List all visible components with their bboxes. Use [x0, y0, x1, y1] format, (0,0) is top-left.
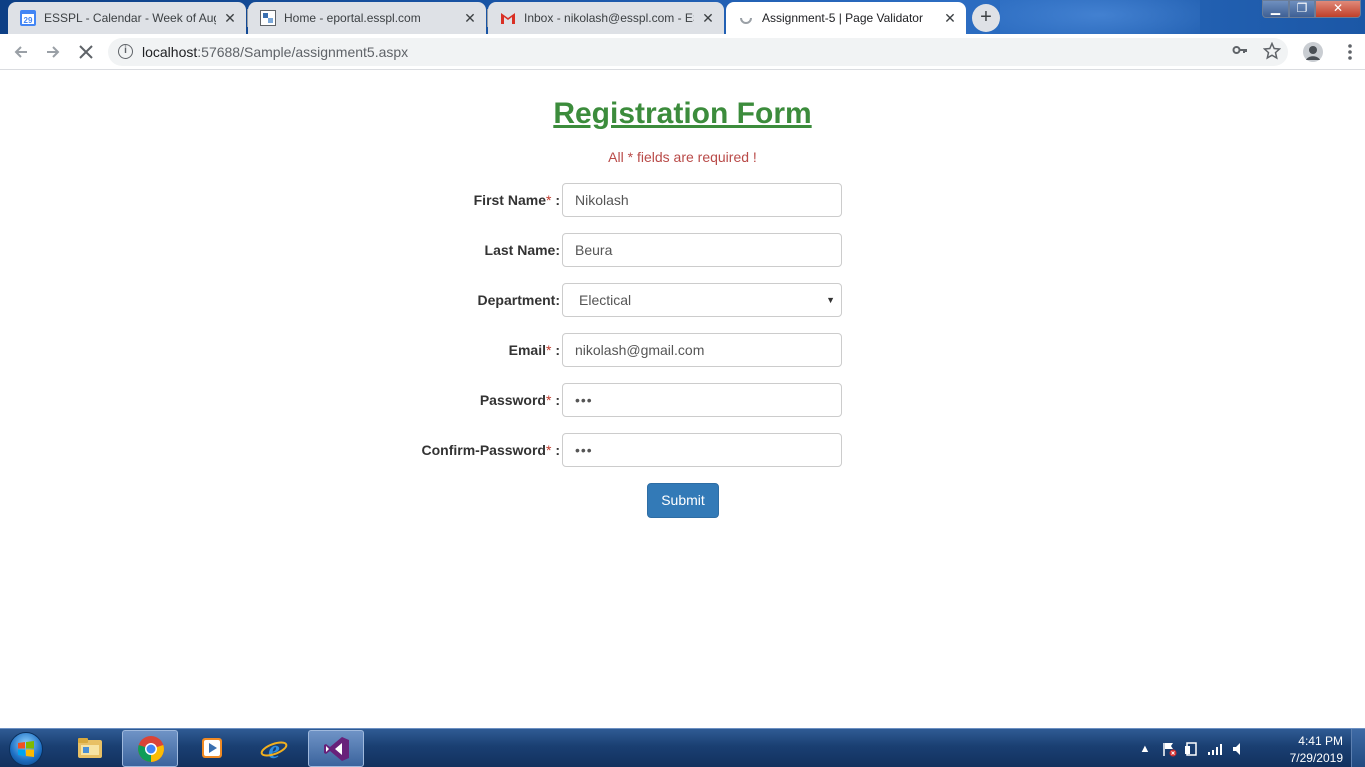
first-name-input[interactable]: Nikolash	[562, 183, 842, 217]
tab-close-icon[interactable]: ✕	[222, 10, 238, 26]
windows-logo-icon	[18, 741, 34, 757]
window-close-button[interactable]: ✕	[1315, 0, 1361, 18]
forward-arrow-icon	[47, 46, 60, 58]
email-label: Email* :	[509, 342, 560, 358]
confirm-password-label-text: Confirm-Password	[421, 442, 546, 458]
submit-button[interactable]: Submit	[647, 483, 719, 518]
label-colon: :	[551, 442, 560, 458]
browser-toolbar: i localhost:57688/Sample/assignment5.asp…	[0, 34, 1365, 70]
first-name-label: First Name* :	[474, 192, 560, 208]
tab-title: Assignment-5 | Page Validator	[762, 11, 923, 25]
last-name-label-text: Last Name:	[484, 242, 560, 258]
chrome-icon	[138, 736, 164, 762]
password-masked-value: •••	[575, 392, 593, 408]
back-arrow-icon	[14, 46, 27, 58]
required-fields-note: All * fields are required !	[608, 149, 757, 165]
department-select[interactable]: Electical ▼	[562, 283, 842, 317]
media-player-icon	[202, 738, 222, 758]
calendar-icon-day: 29	[24, 16, 33, 25]
address-bar[interactable]: i localhost:57688/Sample/assignment5.asp…	[108, 38, 1288, 66]
chrome-menu-icon[interactable]	[1340, 42, 1360, 62]
back-button[interactable]	[10, 41, 32, 63]
label-colon: :	[551, 192, 560, 208]
first-name-value: Nikolash	[575, 192, 629, 208]
confirm-password-label: Confirm-Password* :	[422, 442, 560, 458]
email-value: nikolash@gmail.com	[575, 342, 705, 358]
clock-time[interactable]: 4:41 PM	[1298, 734, 1343, 748]
network-signal-icon[interactable]	[1207, 741, 1223, 757]
avatar-icon	[1303, 42, 1323, 62]
key-glyph	[1232, 46, 1247, 54]
star-glyph	[1262, 41, 1282, 60]
maximize-button[interactable]: ❐	[1289, 0, 1315, 18]
email-label-text: Email	[508, 342, 546, 358]
tab-calendar[interactable]: 29 ESSPL - Calendar - Week of Augu ✕	[8, 2, 246, 34]
label-colon: :	[551, 392, 560, 408]
first-name-label-text: First Name	[473, 192, 546, 208]
last-name-input[interactable]: Beura	[562, 233, 842, 267]
tab-title: Inbox - nikolash@esspl.com - ESS	[524, 11, 694, 25]
chevron-down-icon: ▼	[826, 295, 835, 305]
department-value: Electical	[579, 292, 632, 308]
action-center-flag-icon[interactable]	[1161, 741, 1177, 757]
svg-text:e: e	[268, 735, 280, 762]
minimize-button[interactable]: ▁	[1262, 0, 1289, 18]
department-label-text: Department:	[477, 292, 560, 308]
last-name-label: Last Name:	[485, 242, 560, 258]
file-explorer-icon	[78, 738, 102, 758]
tab-gmail[interactable]: Inbox - nikolash@esspl.com - ESS ✕	[488, 2, 724, 34]
clock-date[interactable]: 7/29/2019	[1290, 751, 1343, 765]
windows-taskbar: e ▲ 4:41 PM 7/29/2019	[0, 728, 1365, 767]
taskbar-chrome[interactable]	[122, 730, 178, 767]
tab-title: Home - eportal.esspl.com	[284, 11, 421, 25]
calendar-icon: 29	[20, 10, 36, 26]
loading-spinner-icon	[740, 17, 752, 24]
url-host: localhost	[142, 44, 198, 60]
page-content: Registration Form All * fields are requi…	[0, 71, 1365, 728]
gmail-icon	[501, 13, 515, 24]
taskbar-visual-studio[interactable]	[308, 730, 364, 767]
address-url: localhost:57688/Sample/assignment5.aspx	[142, 44, 408, 60]
department-label: Department:	[478, 292, 560, 308]
last-name-value: Beura	[575, 242, 613, 258]
start-button[interactable]	[4, 730, 48, 767]
confirm-password-masked-value: •••	[575, 442, 593, 458]
show-desktop-button[interactable]	[1351, 729, 1365, 767]
volume-icon[interactable]	[1231, 741, 1247, 757]
confirm-password-input[interactable]: •••	[562, 433, 842, 467]
bookmark-star-icon[interactable]	[1262, 41, 1282, 62]
password-label: Password* :	[480, 392, 560, 408]
show-hidden-icons-arrow-icon[interactable]: ▲	[1137, 741, 1153, 757]
site-icon	[260, 10, 276, 26]
form-title: Registration Form	[553, 97, 812, 130]
tab-close-icon[interactable]: ✕	[462, 10, 478, 26]
password-label-text: Password	[479, 392, 546, 408]
forward-button[interactable]	[42, 41, 64, 63]
tab-close-icon[interactable]: ✕	[700, 10, 716, 26]
label-colon: :	[551, 342, 560, 358]
url-path: :57688/Sample/assignment5.aspx	[197, 44, 409, 60]
password-input[interactable]: •••	[562, 383, 842, 417]
titlebar-glow	[1000, 0, 1200, 34]
taskbar-media-player[interactable]	[184, 730, 240, 767]
internet-explorer-icon: e	[260, 735, 288, 762]
tab-assignment-5[interactable]: Assignment-5 | Page Validator ✕	[726, 2, 966, 34]
key-icon[interactable]	[1230, 42, 1250, 62]
tab-close-icon[interactable]: ✕	[942, 10, 958, 26]
tab-title: ESSPL - Calendar - Week of Augu	[44, 11, 216, 25]
tab-eportal[interactable]: Home - eportal.esspl.com ✕	[248, 2, 486, 34]
profile-avatar[interactable]	[1302, 41, 1324, 63]
new-tab-button[interactable]: +	[972, 4, 1000, 32]
system-tray: ▲ 4:41 PM 7/29/2019	[1135, 729, 1365, 767]
stop-x-icon	[79, 45, 93, 59]
site-info-icon[interactable]: i	[118, 44, 133, 59]
stop-loading-button[interactable]	[75, 41, 97, 63]
kebab-menu-icon	[1348, 44, 1352, 60]
visual-studio-icon	[324, 737, 349, 761]
taskbar-internet-explorer[interactable]: e	[246, 730, 302, 767]
browser-tab-strip: 29 ESSPL - Calendar - Week of Augu ✕ Hom…	[0, 0, 1365, 34]
device-icon[interactable]	[1183, 741, 1199, 757]
taskbar-file-explorer[interactable]	[62, 730, 118, 767]
email-input[interactable]: nikolash@gmail.com	[562, 333, 842, 367]
